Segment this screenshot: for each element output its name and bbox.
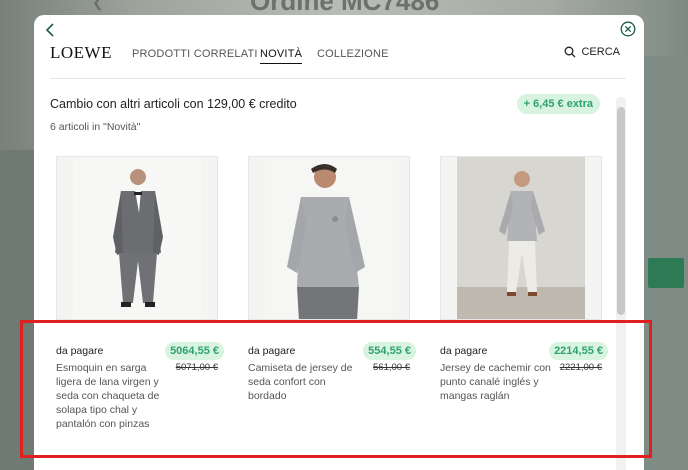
search-label: CERCA xyxy=(581,46,620,58)
background-back-icon: ❮ xyxy=(92,0,104,10)
search-button[interactable]: CERCA xyxy=(564,46,620,58)
tab-novita[interactable]: NOVITÀ xyxy=(260,48,303,64)
tab-prodotti-correlati[interactable]: PRODOTTI CORRELATI xyxy=(132,48,258,60)
tab-collezione[interactable]: COLLEZIONE xyxy=(317,48,389,60)
product-image[interactable] xyxy=(440,156,602,320)
scrollbar-thumb[interactable] xyxy=(617,107,625,315)
background-green-block xyxy=(648,258,684,288)
highlight-annotation-box xyxy=(20,320,652,458)
product-image[interactable] xyxy=(248,156,410,320)
exchange-title: Cambio con altri articoli con 129,00 € c… xyxy=(50,97,297,111)
top-nav: LOEWE PRODOTTI CORRELATI NOVITÀ COLLEZIO… xyxy=(50,43,626,79)
article-count: 6 articoli in "Novità" xyxy=(50,121,141,133)
search-icon xyxy=(565,46,576,58)
close-icon[interactable] xyxy=(620,21,636,37)
product-image[interactable] xyxy=(56,156,218,320)
back-icon[interactable] xyxy=(42,21,60,39)
extra-credit-badge: + 6,45 € extra xyxy=(516,94,600,114)
brand-logo[interactable]: LOEWE xyxy=(50,43,112,63)
